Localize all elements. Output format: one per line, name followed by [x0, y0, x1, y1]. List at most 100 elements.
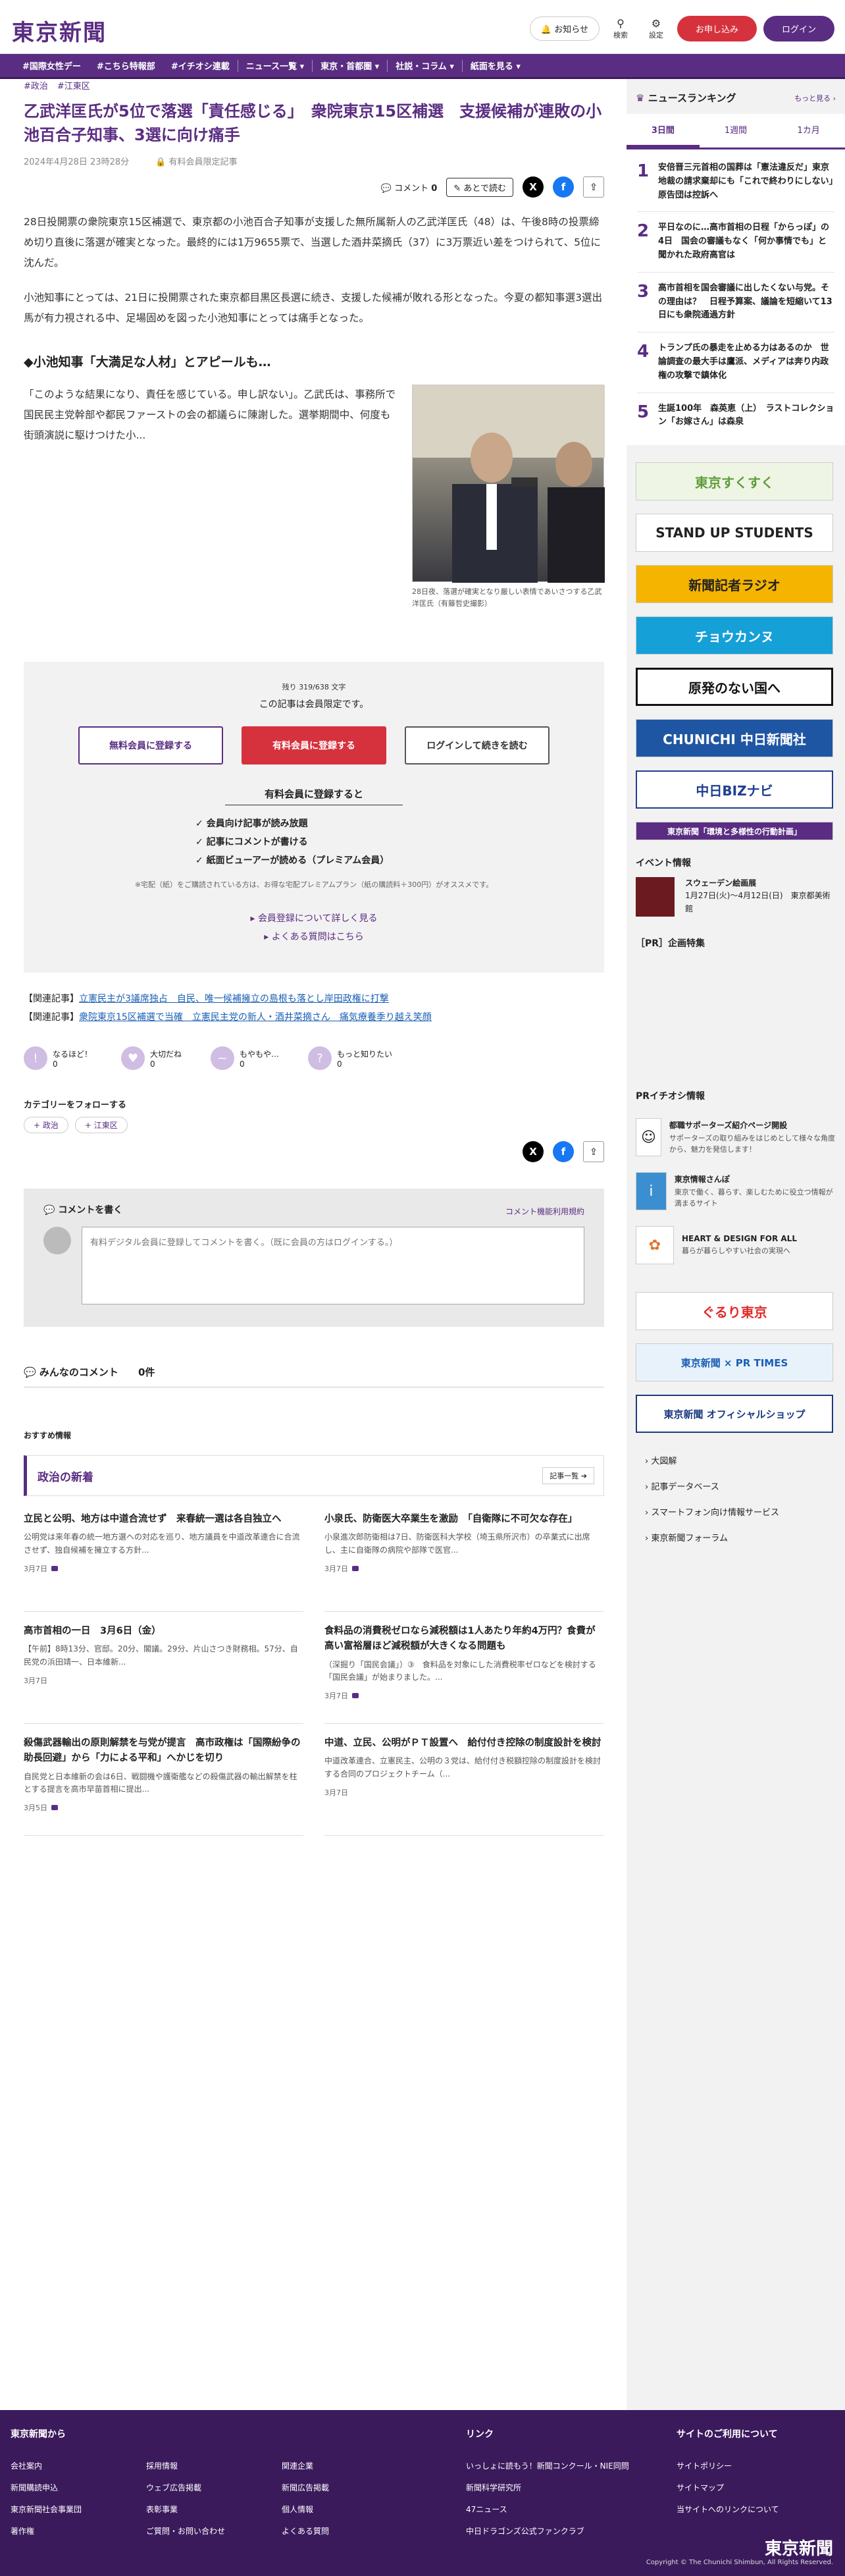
side-link[interactable]: › スマートフォン向け情報サービス	[645, 1500, 827, 1526]
login-continue-button[interactable]: ログインして続きを読む	[405, 726, 550, 765]
footer-link[interactable]: 著作権	[11, 2525, 146, 2536]
signup-button[interactable]: お申し込み	[677, 16, 757, 41]
tag-politics[interactable]: #政治	[24, 79, 48, 92]
footer-link[interactable]: サイトポリシー	[677, 2460, 779, 2471]
latest-more-button[interactable]: 記事一覧 ➔	[542, 1467, 594, 1485]
nav-item-editorial[interactable]: 社説・コラム ▾	[388, 59, 462, 72]
paid-signup-button[interactable]: 有料会員に登録する	[242, 726, 386, 765]
moyamoya-icon: ~	[211, 1046, 235, 1071]
site-logo[interactable]: 東京新聞	[12, 14, 107, 47]
ranking-item[interactable]: 2 平日なのに…高市首相の日程「からっぽ」の4日 国会の審議もなく「何か事情でも」…	[637, 212, 834, 273]
ranking-item[interactable]: 4 トランプ氏の暴走を止める力はあるのか 世論調査の最大手は鷹派、メディアは奔り内…	[637, 333, 834, 393]
nav-item-womens-day[interactable]: #国際女性デー	[14, 59, 89, 72]
reaction-taisetsu[interactable]: ♥ 大切だね 0	[121, 1046, 182, 1071]
nav-item-tokyo[interactable]: 東京・首都圏 ▾	[313, 59, 387, 72]
news-card[interactable]: 高市首相の一日 3月6日（金） 【午前】8時13分、官邸。20分、閣議。29分、片…	[24, 1624, 303, 1725]
nav-item-paper[interactable]: 紙面を見る ▾	[463, 59, 528, 72]
footer-link[interactable]: 新聞購読申込	[11, 2482, 146, 2493]
footer-link[interactable]: ウェブ広告掲載	[146, 2482, 282, 2493]
footer-link[interactable]: 新聞科学研究所	[466, 2482, 677, 2493]
banner-standup[interactable]: STAND UP STUDENTS	[636, 514, 833, 552]
search-button[interactable]: ⚲ 検索	[606, 17, 635, 40]
side-link[interactable]: › 東京新聞フォーラム	[645, 1526, 827, 1551]
footer-link[interactable]: 東京新聞社会事業団	[11, 2504, 146, 2515]
ranking-item[interactable]: 1 安倍晋三元首相の国葬は「憲法違反だ」東京地裁の請求棄却にも「これで終わりにしな…	[637, 152, 834, 213]
footer-link[interactable]: 個人情報	[282, 2504, 417, 2515]
nav-item-tokuhobu[interactable]: #こちら特報部	[89, 59, 163, 72]
tag-koto[interactable]: #江東区	[57, 79, 90, 92]
news-card[interactable]: 中道、立民、公明がＰＴ設置へ 給付付き控除の制度設計を検討 中道改革連合、立憲民主…	[324, 1736, 604, 1837]
footer-link[interactable]: よくある質問	[282, 2525, 417, 2536]
banner-action-plan[interactable]: 東京新聞「環境と多様性の行動計画」	[636, 822, 833, 841]
banner-sukusuku[interactable]: 東京すくすく	[636, 462, 833, 501]
banner-shop[interactable]: 東京新聞 オフィシャルショップ	[636, 1395, 833, 1434]
reaction-moyamoya[interactable]: ~ もやもや… 0	[211, 1046, 279, 1071]
related-link[interactable]: 衆院東京15区補選で当確 立憲民主党の新人・酒井菜摘さん 痛気療養季り越え笑顔	[79, 1012, 432, 1023]
banner-prtimes[interactable]: 東京新聞 × PR TIMES	[636, 1343, 833, 1382]
banner-genpatsu[interactable]: 原発のない国へ	[636, 668, 833, 707]
banner-biznavi[interactable]: 中日BIZナビ	[636, 770, 833, 809]
card-summary: 小泉進次郎防衛相は7日、防衛医科大学校（埼玉県所沢市）の卒業式に出席し、主に自衛…	[324, 1532, 590, 1555]
footer-link[interactable]: 中日ドラゴンズ公式ファンクラブ	[466, 2525, 677, 2536]
ranking-item[interactable]: 5 生誕100年 森英恵（上） ラストコレクション「お嫁さん」は森泉	[637, 393, 834, 439]
reaction-naruhodo[interactable]: ! なるほど！ 0	[24, 1046, 92, 1071]
tab-3days[interactable]: 3日間	[627, 114, 700, 148]
x-share-icon[interactable]: X	[523, 176, 544, 198]
comment-rules-link[interactable]: コメント機能利用規約	[505, 1206, 584, 1217]
nav-item-news-list[interactable]: ニュース一覧 ▾	[238, 59, 312, 72]
facebook-share-icon[interactable]: f	[553, 176, 574, 198]
follow-chip-politics[interactable]: + 政治	[24, 1117, 68, 1134]
x-share-icon[interactable]: X	[523, 1141, 544, 1163]
share-icon[interactable]: ⇪	[583, 1141, 604, 1163]
footer-link[interactable]: 当サイトへのリンクについて	[677, 2504, 779, 2515]
pr-item[interactable]: i 東京情報さんぽ 東京で働く、暮らす、楽しむために役立つ情報が満まるサイト	[627, 1164, 845, 1218]
ranking-item[interactable]: 3 高市首相を国会審議に出したくない与党。その理由は？ 日程予算案、議論を短縮いて…	[637, 273, 834, 333]
side-link[interactable]: › 大図解	[645, 1449, 827, 1474]
members-only-label: 有料会員限定記事	[168, 157, 238, 167]
read-later-button[interactable]: ✎ あとで読む	[446, 177, 513, 197]
banner-radio[interactable]: 新聞記者ラジオ	[636, 565, 833, 604]
tab-1week[interactable]: 1週間	[700, 114, 773, 148]
comment-link[interactable]: 💬 コメント 0	[381, 181, 438, 194]
related-link[interactable]: 立憲民主が3議席独占 自民、唯一候補擁立の島根も落とし岸田政権に打撃	[79, 994, 389, 1004]
facebook-share-icon[interactable]: f	[553, 1141, 574, 1163]
free-signup-button[interactable]: 無料会員に登録する	[78, 726, 223, 765]
membership-details-link[interactable]: ▸ 会員登録について詳しく見る	[24, 909, 604, 928]
notice-button[interactable]: 🔔 お知らせ	[529, 16, 600, 41]
reaction-motto[interactable]: ? もっと知りたい 0	[308, 1046, 392, 1071]
footer-link[interactable]: 関連企業	[282, 2460, 417, 2471]
footer-link[interactable]: サイトマップ	[677, 2482, 779, 2493]
footer-link[interactable]: 47ニュース	[466, 2504, 677, 2515]
footer-link[interactable]: 採用情報	[146, 2460, 282, 2471]
settings-button[interactable]: ⚙ 設定	[642, 17, 671, 40]
event-item[interactable]: スウェーデン絵画展 1月27日(火)～4月12日(日) 東京都美術館	[627, 877, 845, 917]
footer-link[interactable]: いっしょに読もう！新聞コンクール・NIE同問	[466, 2460, 677, 2471]
share-icon[interactable]: ⇪	[583, 176, 604, 198]
footer-link[interactable]: 新聞広告掲載	[282, 2482, 417, 2493]
reaction-bar: ! なるほど！ 0 ♥ 大切だね 0 ~ もやもや… 0 ? もっと知りたい 0	[24, 1046, 604, 1071]
ranking-more-link[interactable]: もっと見る ›	[794, 93, 836, 103]
faq-link[interactable]: ▸ よくある質問はこちら	[24, 928, 604, 946]
footer-link[interactable]: ご質問・お問い合わせ	[146, 2525, 282, 2536]
news-card[interactable]: 小泉氏、防衛医大卒業生を激励 「自衛隊に不可欠な存在」 小泉進次郎防衛相は7日、防…	[324, 1512, 604, 1613]
side-link[interactable]: › 記事データベース	[645, 1474, 827, 1500]
follow-chip-koto[interactable]: + 江東区	[74, 1117, 128, 1134]
tab-1month[interactable]: 1カ月	[772, 114, 845, 148]
nav-item-ichioshi[interactable]: #イチオシ連載	[163, 59, 238, 72]
footer-link[interactable]: 表彰事業	[146, 2504, 282, 2515]
footer-logo[interactable]: 東京新聞	[765, 2535, 833, 2560]
pr-item[interactable]: ☺ 都職サポーターズ紹介ページ開設 サポーターズの取り組みをはじめとして様々な角度か…	[627, 1110, 845, 1164]
news-card[interactable]: 殺傷武器輸出の原則解禁を与党が提言 高市政権は「国際紛争の助長回避」から「力によ…	[24, 1736, 303, 1837]
pr-item[interactable]: ✿ HEART & DESIGN FOR ALL 暮らが暮らしやすい社会の実現へ	[627, 1218, 845, 1272]
banner-chokanu[interactable]: チョウカンヌ	[636, 616, 833, 655]
banner-chunichi[interactable]: CHUNICHI 中日新聞社	[636, 719, 833, 758]
photo-image[interactable]	[412, 385, 605, 583]
ranking-list: 1 安倍晋三元首相の国葬は「憲法違反だ」東京地裁の請求棄却にも「これで終わりにしな…	[627, 149, 845, 446]
footer-link[interactable]: 会社案内	[11, 2460, 146, 2471]
news-card[interactable]: 食料品の消費税ゼロなら減税額は1人あたり年約4万円？食費が高い富裕層ほど減税額が…	[324, 1624, 604, 1725]
reaction-label: 大切だね	[150, 1049, 182, 1059]
comment-input[interactable]	[82, 1227, 584, 1305]
banner-gururi[interactable]: ぐるり東京	[636, 1292, 833, 1331]
login-button[interactable]: ログイン	[763, 16, 834, 41]
news-card[interactable]: 立民と公明、地方は中道合流せず 来春統一選は各自独立へ 公明党は来年春の統一地方選…	[24, 1512, 303, 1613]
